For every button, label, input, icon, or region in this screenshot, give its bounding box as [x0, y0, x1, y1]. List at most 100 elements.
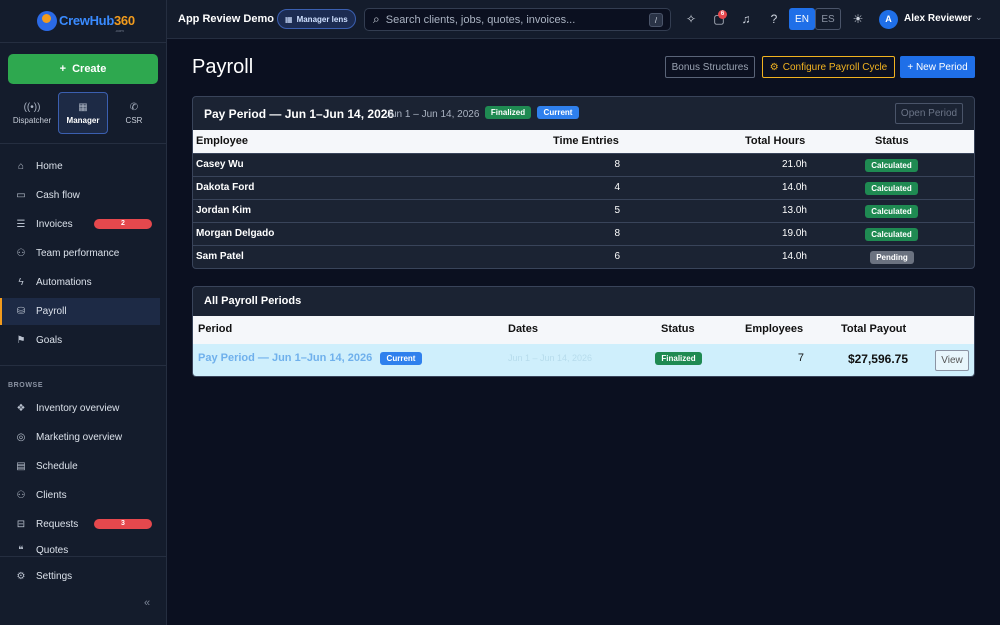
period-link[interactable]: Pay Period — Jun 1–Jun 14, 2026 [198, 352, 372, 364]
logo-number: 360 [113, 13, 135, 28]
column-header[interactable]: Time Entries [553, 135, 619, 147]
column-header[interactable]: Status [661, 323, 695, 335]
table-row[interactable]: Jordan Kim 5 13.0h Calculated [193, 199, 974, 222]
lens-dispatcher[interactable]: ((•)) Dispatcher [8, 92, 56, 134]
time-entries: 5 [614, 205, 620, 216]
column-header[interactable]: Status [875, 135, 909, 147]
nav-item-goals[interactable]: ⚑ Goals [0, 327, 160, 354]
collapse-sidebar-icon[interactable]: « [144, 597, 150, 609]
divider [0, 556, 167, 557]
radio-icon: ((•)) [23, 101, 41, 113]
total-hours: 19.0h [781, 228, 807, 239]
user-name[interactable]: Alex Reviewer [904, 13, 972, 24]
theme-toggle-icon[interactable]: ☀ [851, 12, 865, 26]
team-icon: ⚇ [16, 248, 26, 259]
view-button[interactable]: View [935, 350, 969, 371]
search-input[interactable]: ⌕ Search clients, jobs, quotes, invoices… [364, 8, 671, 31]
table-row[interactable]: Dakota Ford 4 14.0h Calculated [193, 176, 974, 199]
card-header: Pay Period — Jun 1–Jun 14, 2026 Jun 1 – … [193, 97, 974, 130]
lens-badge[interactable]: ▦ Manager lens [277, 9, 356, 29]
total-payout: $27,596.75 [847, 352, 908, 366]
count-badge: 2 [94, 219, 152, 229]
bonus-structures-button[interactable]: Bonus Structures [665, 56, 755, 78]
chevron-down-icon[interactable]: ⌄ [975, 12, 983, 23]
app-title: App Review Demo [178, 13, 274, 25]
nav-item-quotes[interactable]: ❝ Quotes [0, 540, 160, 556]
table-row[interactable]: Pay Period — Jun 1–Jun 14, 2026 Current … [193, 344, 974, 376]
logo-subtext: .com [115, 28, 124, 33]
column-header[interactable]: Period [198, 323, 232, 335]
status-badge-finalized: Finalized [485, 106, 531, 119]
column-header[interactable]: Employee [196, 135, 248, 147]
nav-label: Payroll [36, 306, 67, 317]
nav-item-invoices[interactable]: ☰ Invoices 2 [0, 211, 160, 238]
brand-logo[interactable]: CrewHub360 .com [37, 10, 135, 34]
nav-item-home[interactable]: ⌂ Home [0, 153, 160, 180]
logo-mark-icon [37, 11, 57, 31]
gear-icon: ⚙ [16, 571, 26, 582]
nav-item-inventory-overview[interactable]: ❖ Inventory overview [0, 395, 160, 422]
nav-label: Requests [36, 519, 79, 530]
employee-name: Jordan Kim [196, 205, 252, 216]
column-header[interactable]: Dates [508, 323, 538, 335]
total-hours: 14.0h [781, 251, 807, 262]
sidebar: CrewHub360 .com + Create ((•)) Dispatche… [0, 0, 167, 625]
lens-manager[interactable]: ▦ Manager [58, 92, 108, 134]
language-en-button[interactable]: EN [789, 8, 815, 30]
messages-count-badge: 6 [718, 10, 727, 19]
nav-item-clients[interactable]: ⚇ Clients [0, 482, 160, 509]
lens-badge-label: Manager lens [296, 14, 348, 24]
period-title: Pay Period — Jun 1–Jun 14, 2026 [204, 107, 395, 121]
nav-item-requests[interactable]: ⊟ Requests 3 [0, 511, 160, 538]
nav-label: Schedule [36, 461, 78, 472]
nav-item-marketing-overview[interactable]: ◎ Marketing overview [0, 424, 160, 451]
nav-label: Marketing overview [36, 432, 123, 443]
column-header[interactable]: Employees [745, 323, 803, 335]
nav-item-settings[interactable]: ⚙ Settings [0, 563, 160, 590]
nav-label: Quotes [36, 545, 69, 556]
phone-icon: ✆ [129, 101, 139, 113]
browse-section-label: BROWSE [8, 382, 44, 389]
nav-item-automations[interactable]: ϟ Automations [0, 269, 160, 296]
sparkle-icon[interactable]: ✧ [684, 12, 698, 26]
configure-payroll-cycle-button[interactable]: ⚙ Configure Payroll Cycle [762, 56, 895, 78]
nav-item-payroll[interactable]: ⛁ Payroll [0, 298, 160, 325]
employee-name: Sam Patel [196, 251, 244, 262]
time-entries: 8 [614, 228, 620, 239]
table-header: Period Dates Status Employees Total Payo… [193, 316, 974, 344]
language-es-button[interactable]: ES [815, 8, 841, 30]
new-period-button[interactable]: + New Period [900, 56, 975, 78]
status-badge: Calculated [865, 228, 918, 241]
column-header[interactable]: Total Payout [841, 323, 906, 335]
button-label: Configure Payroll Cycle [782, 61, 888, 73]
inbox-icon: ⊟ [16, 519, 26, 530]
gear-icon: ⚙ [769, 61, 779, 73]
bolt-icon: ϟ [18, 277, 24, 288]
column-header[interactable]: Total Hours [745, 135, 805, 147]
employee-name: Dakota Ford [196, 182, 255, 193]
table-row[interactable]: Morgan Delgado 8 19.0h Calculated [193, 222, 974, 245]
status-badge: Calculated [865, 182, 918, 195]
create-label: Create [72, 63, 107, 75]
status-badge: Calculated [865, 205, 918, 218]
nav-item-team-performance[interactable]: ⚇ Team performance [0, 240, 160, 267]
all-periods-card: All Payroll Periods Period Dates Status … [192, 286, 975, 377]
table-row[interactable]: Sam Patel 6 14.0h Pending [193, 245, 974, 268]
clients-icon: ⚇ [16, 490, 26, 501]
building-icon: ▦ [78, 101, 88, 113]
help-icon[interactable]: ? [767, 12, 781, 26]
nav-label: Goals [36, 335, 63, 346]
logo-text: CrewHub [59, 13, 114, 28]
period-dates: Jun 1 – Jun 14, 2026 [508, 353, 593, 363]
create-button[interactable]: + Create [8, 54, 158, 84]
nav-item-schedule[interactable]: ▤ Schedule [0, 453, 160, 480]
nav-item-cash-flow[interactable]: ▭ Cash flow [0, 182, 160, 209]
lens-csr[interactable]: ✆ CSR [110, 92, 158, 134]
bell-icon[interactable]: ♫ [739, 12, 753, 26]
open-period-button[interactable]: Open Period [895, 103, 963, 124]
calendar-icon: ▤ [16, 461, 26, 472]
avatar[interactable]: A [879, 10, 898, 29]
lens-label: CSR [125, 115, 143, 125]
quote-icon: ❝ [18, 545, 24, 556]
table-row[interactable]: Casey Wu 8 21.0h Calculated [193, 153, 974, 176]
